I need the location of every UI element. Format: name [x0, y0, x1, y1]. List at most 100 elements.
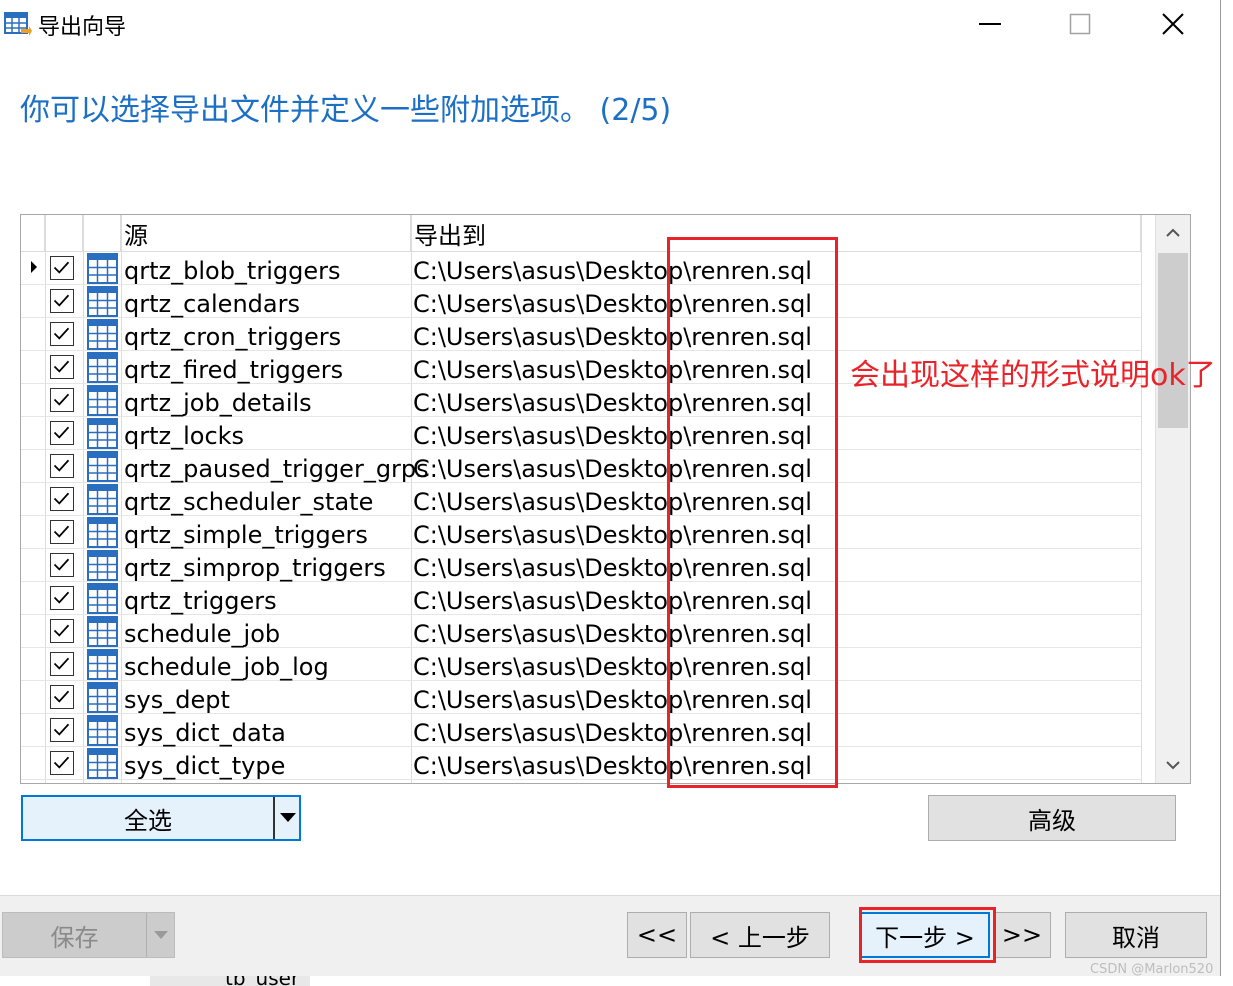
advanced-button[interactable]: 高级	[928, 795, 1176, 841]
row-checkbox[interactable]	[50, 751, 74, 775]
wizard-heading: 你可以选择导出文件并定义一些附加选项。 (2/5)	[20, 93, 672, 128]
row-target[interactable]: C:\Users\asus\Desktop\renren.sql	[413, 450, 812, 483]
header-check-cell	[45, 215, 83, 251]
row-checkbox[interactable]	[50, 718, 74, 742]
dropdown-arrow-icon	[280, 813, 296, 822]
header-target[interactable]: 导出到	[411, 215, 1141, 251]
row-source: qrtz_triggers	[124, 587, 277, 615]
close-button[interactable]	[1143, 4, 1203, 44]
row-target[interactable]: C:\Users\asus\Desktop\renren.sql	[413, 549, 812, 582]
row-checkbox[interactable]	[50, 685, 74, 709]
row-indicator-icon	[31, 261, 37, 273]
table-row[interactable]: qrtz_simprop_triggers C:\Users\asus\Deskt…	[21, 549, 1141, 582]
table-icon	[87, 649, 118, 680]
previous-button[interactable]: < 上一步	[690, 912, 830, 958]
table-row[interactable]: qrtz_cron_triggers C:\Users\asus\Desktop\…	[21, 318, 1141, 351]
row-checkbox[interactable]	[50, 388, 74, 412]
table-row[interactable]: schedule_job_log C:\Users\asus\Desktop\re…	[21, 648, 1141, 681]
row-target[interactable]: C:\Users\asus\Desktop\renren.sql	[413, 483, 812, 516]
row-target[interactable]: C:\Users\asus\Desktop\renren.sql	[413, 747, 812, 780]
background-list-item: tb_user	[150, 976, 310, 986]
save-dropdown	[146, 913, 175, 957]
select-all-button[interactable]: 全选	[23, 797, 273, 839]
row-checkbox[interactable]	[50, 553, 74, 577]
row-target[interactable]: C:\Users\asus\Desktop\renren.sql	[413, 351, 812, 384]
row-source: sys_dept	[124, 686, 230, 714]
table-row[interactable]: qrtz_simple_triggers C:\Users\asus\Deskto…	[21, 516, 1141, 549]
vertical-scrollbar[interactable]	[1155, 215, 1190, 783]
select-all-split-button[interactable]: 全选	[21, 795, 301, 841]
row-source: qrtz_fired_triggers	[124, 356, 344, 384]
table-row[interactable]: qrtz_calendars C:\Users\asus\Desktop\renr…	[21, 285, 1141, 318]
scroll-up-button[interactable]	[1156, 215, 1190, 251]
table-row[interactable]: sys_dept C:\Users\asus\Desktop\renren.sql	[21, 681, 1141, 714]
maximize-button[interactable]	[1050, 4, 1110, 44]
table-icon	[87, 550, 118, 581]
header-icon-cell	[83, 215, 121, 251]
first-step-button[interactable]: <<	[627, 912, 687, 958]
row-checkbox[interactable]	[50, 289, 74, 313]
row-checkbox[interactable]	[50, 256, 74, 280]
table-icon	[87, 748, 118, 779]
table-icon	[87, 715, 118, 746]
save-split-button: 保存	[2, 912, 175, 958]
table-icon	[87, 517, 118, 548]
row-target[interactable]: C:\Users\asus\Desktop\renren.sql	[413, 252, 812, 285]
row-target[interactable]: C:\Users\asus\Desktop\renren.sql	[413, 648, 812, 681]
row-target[interactable]: C:\Users\asus\Desktop\renren.sql	[413, 582, 812, 615]
table-icon	[87, 616, 118, 647]
row-checkbox[interactable]	[50, 619, 74, 643]
minimize-button[interactable]	[960, 4, 1020, 44]
row-checkbox[interactable]	[50, 454, 74, 478]
table-row[interactable]: qrtz_triggers C:\Users\asus\Desktop\renre…	[21, 582, 1141, 615]
column-divider	[1141, 215, 1142, 783]
title-bar: 导出向导	[0, 0, 1220, 48]
window-title: 导出向导	[38, 15, 127, 40]
row-checkbox[interactable]	[50, 322, 74, 346]
header-indicator-cell	[21, 215, 45, 251]
cancel-button[interactable]: 取消	[1065, 912, 1207, 958]
row-source: qrtz_cron_triggers	[124, 323, 342, 351]
table-row[interactable]: qrtz_paused_trigger_grps C:\Users\asus\De…	[21, 450, 1141, 483]
row-target[interactable]: C:\Users\asus\Desktop\renren.sql	[413, 615, 812, 648]
row-checkbox[interactable]	[50, 355, 74, 379]
table-row[interactable]: sys_dict_type C:\Users\asus\Desktop\renre…	[21, 747, 1141, 780]
export-wizard-window: 导出向导 你可以选择导出文件并定义一些附加选项。 (2/5) 源 导出到 qrt…	[0, 0, 1221, 976]
table-icon	[87, 583, 118, 614]
row-checkbox[interactable]	[50, 487, 74, 511]
row-checkbox[interactable]	[50, 520, 74, 544]
scroll-up-icon	[1166, 228, 1180, 237]
row-target[interactable]: C:\Users\asus\Desktop\renren.sql	[413, 384, 812, 417]
row-checkbox[interactable]	[50, 652, 74, 676]
table-icon	[87, 253, 118, 284]
table-icon	[87, 484, 118, 515]
row-source: qrtz_locks	[124, 422, 245, 450]
scroll-down-button[interactable]	[1156, 747, 1190, 783]
row-target[interactable]: C:\Users\asus\Desktop\renren.sql	[413, 681, 812, 714]
row-source: qrtz_simple_triggers	[124, 521, 368, 549]
scroll-down-icon	[1166, 761, 1180, 770]
table-row[interactable]: qrtz_scheduler_state C:\Users\asus\Deskto…	[21, 483, 1141, 516]
table-row[interactable]: sys_dict_data C:\Users\asus\Desktop\renre…	[21, 714, 1141, 747]
header-source[interactable]: 源	[121, 215, 411, 251]
row-target[interactable]: C:\Users\asus\Desktop\renren.sql	[413, 516, 812, 549]
next-button[interactable]: 下一步 >	[860, 912, 990, 958]
select-all-dropdown[interactable]	[273, 797, 301, 839]
row-source: schedule_job	[124, 620, 281, 648]
table-row[interactable]: qrtz_blob_triggers C:\Users\asus\Desktop\…	[21, 252, 1141, 285]
row-source: qrtz_simprop_triggers	[124, 554, 386, 582]
row-source: qrtz_scheduler_state	[124, 488, 374, 516]
last-step-button[interactable]: >>	[993, 912, 1051, 958]
row-source: sys_dict_type	[124, 752, 286, 780]
row-checkbox[interactable]	[50, 421, 74, 445]
row-target[interactable]: C:\Users\asus\Desktop\renren.sql	[413, 714, 812, 747]
table-icon	[87, 682, 118, 713]
row-source: qrtz_paused_trigger_grps	[124, 455, 429, 483]
row-target[interactable]: C:\Users\asus\Desktop\renren.sql	[413, 417, 812, 450]
table-row[interactable]: qrtz_locks C:\Users\asus\Desktop\renren.s…	[21, 417, 1141, 450]
row-target[interactable]: C:\Users\asus\Desktop\renren.sql	[413, 285, 812, 318]
row-target[interactable]: C:\Users\asus\Desktop\renren.sql	[413, 318, 812, 351]
table-row[interactable]: schedule_job C:\Users\asus\Desktop\renren…	[21, 615, 1141, 648]
row-checkbox[interactable]	[50, 586, 74, 610]
scroll-thumb[interactable]	[1158, 253, 1188, 428]
